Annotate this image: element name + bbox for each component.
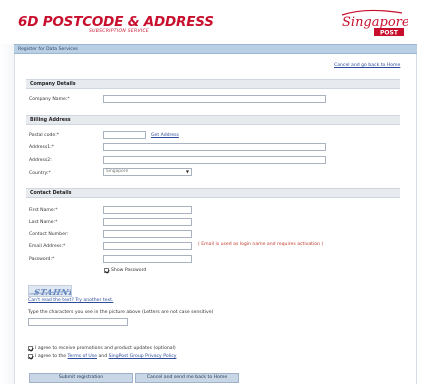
first-name-label: First Name:*	[29, 208, 58, 213]
company-name-input[interactable]	[103, 95, 326, 103]
password-label: Password:*	[29, 257, 55, 262]
cancel-home-button[interactable]: Cancel and send me back to Home	[135, 373, 239, 383]
postal-code-label: Postal code:*	[29, 133, 60, 138]
email-input[interactable]	[103, 242, 192, 250]
privacy-policy-link[interactable]: SingPost Group Privacy Policy	[109, 354, 177, 359]
chevron-down-icon: ▼	[185, 169, 189, 174]
terms-checkbox[interactable]	[28, 354, 33, 359]
address1-label: Address1:*	[29, 145, 55, 150]
page-header: 6D POSTCODE & ADDRESS SUBSCRIPTION SERVI…	[0, 0, 427, 44]
country-label: Country:*	[29, 171, 51, 176]
email-note: ( Email is used as login name and requir…	[198, 242, 324, 247]
singapore-post-logo: Singapore POST	[341, 9, 408, 37]
first-name-input[interactable]	[103, 206, 192, 214]
country-select[interactable]: Singapore ▼	[103, 168, 192, 176]
get-address-link[interactable]: Get Address	[151, 133, 179, 138]
last-name-input[interactable]	[103, 218, 192, 226]
company-section-header: Company Details	[26, 79, 400, 89]
captcha-input[interactable]	[28, 318, 128, 326]
logo-main-text: Singapore	[342, 15, 408, 30]
logo-sub-text: POST	[380, 30, 399, 37]
company-section-title: Company Details	[30, 81, 76, 87]
show-password-checkbox[interactable]	[104, 268, 109, 273]
billing-section-header: Billing Address	[26, 115, 400, 125]
contact-number-label: Contact Number:	[29, 232, 69, 237]
show-password-label: Show Password	[111, 268, 147, 273]
service-title: 6D POSTCODE & ADDRESS	[18, 14, 214, 30]
captcha-refresh-link[interactable]: Can't read the text? Try another text.	[28, 298, 113, 303]
password-input[interactable]	[103, 255, 192, 263]
contact-section-title: Contact Details	[30, 190, 72, 196]
last-name-label: Last Name:*	[29, 220, 58, 225]
form-panel	[14, 54, 417, 384]
email-label: Email Address:*	[29, 244, 66, 249]
breadcrumb-bar: Register for Data Services	[14, 44, 417, 54]
terms-prefix: I agree to the	[35, 354, 67, 359]
terms-and: and	[98, 354, 108, 359]
promotions-label: I agree to receive promotions and produc…	[35, 346, 176, 351]
page-shadow	[0, 0, 14, 384]
promotions-checkbox[interactable]	[28, 346, 33, 351]
submit-registration-button[interactable]: Submit registration	[29, 373, 133, 383]
terms-label: I agree to the Terms of Use and SingPost…	[35, 354, 176, 359]
captcha-instruction: Type the characters you see in the pictu…	[28, 310, 214, 315]
address2-input[interactable]	[103, 156, 326, 164]
address2-label: Address2:	[29, 158, 52, 163]
breadcrumb-text: Register for Data Services	[18, 46, 78, 52]
service-subtitle: SUBSCRIPTION SERVICE	[89, 29, 150, 34]
company-name-label: Company Name:*	[29, 97, 70, 102]
cancel-home-link[interactable]: Cancel and go back to Home	[334, 63, 400, 68]
postal-code-input[interactable]	[103, 131, 146, 139]
contact-section-header: Contact Details	[26, 188, 400, 198]
terms-of-use-link[interactable]: Terms of Use	[68, 354, 97, 359]
contact-number-input[interactable]	[103, 230, 192, 238]
country-value: Singapore	[106, 169, 129, 174]
address1-input[interactable]	[103, 143, 326, 151]
captcha-image: STAHNRD	[28, 285, 72, 297]
billing-section-title: Billing Address	[30, 117, 71, 123]
